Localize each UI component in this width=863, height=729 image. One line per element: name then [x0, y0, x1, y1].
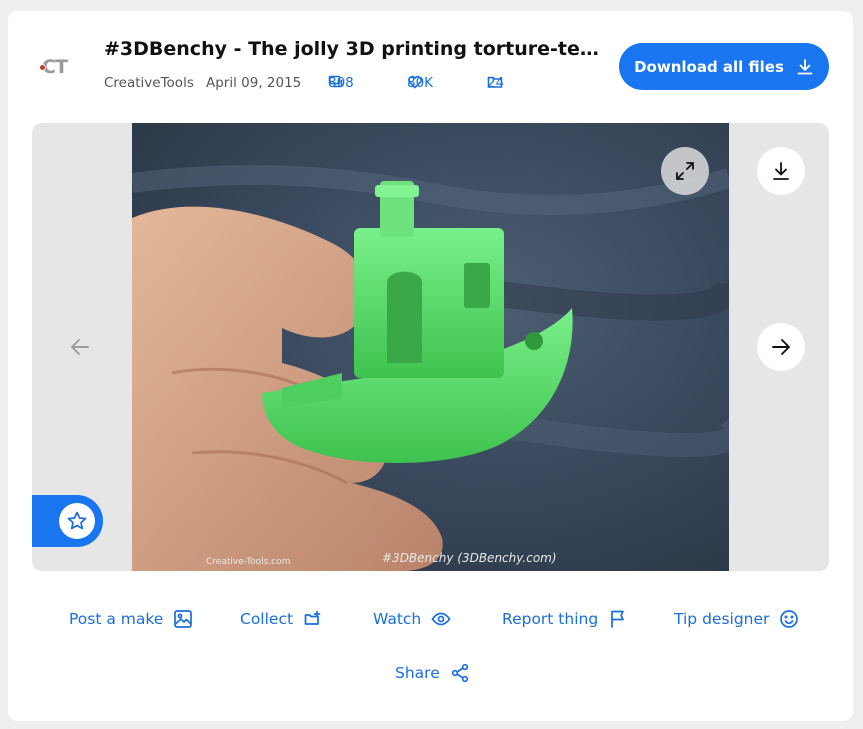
share-icon [451, 663, 468, 683]
smiley-icon [780, 610, 799, 628]
collect-label: Collect [240, 610, 294, 628]
next-image-button[interactable] [757, 323, 805, 371]
download-all-label: Download all files [634, 57, 784, 76]
collections-count[interactable]: 24 [487, 74, 514, 91]
tip-designer-button[interactable]: Tip designer [674, 607, 799, 631]
expand-icon [676, 162, 694, 180]
post-make-button[interactable]: Post a make [69, 607, 193, 631]
image-download-button[interactable] [757, 147, 805, 195]
download-icon [797, 58, 813, 74]
favorite-tab [32, 495, 103, 547]
gallery-photo[interactable]: #3DBenchy (3DBenchy.com) Creative-Tools.… [132, 123, 729, 571]
download-icon [773, 162, 789, 180]
benchy-photo-illustration [132, 165, 729, 571]
share-button[interactable]: Share [395, 661, 470, 685]
collect-icon [304, 610, 321, 625]
watch-label: Watch [373, 610, 422, 628]
prev-image-button[interactable] [56, 323, 104, 371]
logo-dot [39, 64, 46, 71]
likes-count[interactable]: 80K [407, 74, 434, 91]
post-make-label: Post a make [69, 610, 164, 628]
collect-button[interactable]: Collect [240, 607, 323, 631]
thing-header: CT #3DBenchy - The jolly 3D printing tor… [8, 11, 853, 123]
comments-count[interactable]: 808 [328, 74, 355, 91]
image-icon [174, 610, 193, 628]
thing-card: CT #3DBenchy - The jolly 3D printing tor… [8, 11, 853, 721]
report-label: Report thing [502, 610, 599, 628]
thing-actions: Post a make Collect Watch Report thing T… [8, 601, 853, 701]
fullscreen-button[interactable] [661, 147, 709, 195]
thing-title: #3DBenchy - The jolly 3D printing tortur… [104, 38, 604, 60]
favorite-button[interactable] [59, 503, 95, 539]
arrow-left-icon [71, 339, 89, 355]
download-all-button[interactable]: Download all files [619, 43, 829, 90]
author-link[interactable]: CreativeTools [104, 74, 194, 92]
creator-logo[interactable]: CT [36, 55, 78, 79]
likes-value: 80K [407, 75, 434, 91]
tip-label: Tip designer [674, 610, 770, 628]
flag-icon [611, 610, 625, 628]
arrow-right-icon [772, 339, 790, 355]
publish-date: April 09, 2015 [206, 75, 302, 91]
comments-value: 808 [328, 75, 354, 91]
eye-icon [431, 612, 451, 626]
share-label: Share [395, 664, 440, 682]
report-thing-button[interactable]: Report thing [502, 607, 628, 631]
collections-value: 24 [487, 75, 505, 91]
watch-button[interactable]: Watch [373, 607, 451, 631]
star-icon [67, 511, 87, 530]
image-gallery: #3DBenchy (3DBenchy.com) Creative-Tools.… [32, 123, 829, 571]
photo-credit: Creative-Tools.com [206, 557, 291, 567]
photo-watermark: #3DBenchy (3DBenchy.com) [382, 551, 557, 565]
